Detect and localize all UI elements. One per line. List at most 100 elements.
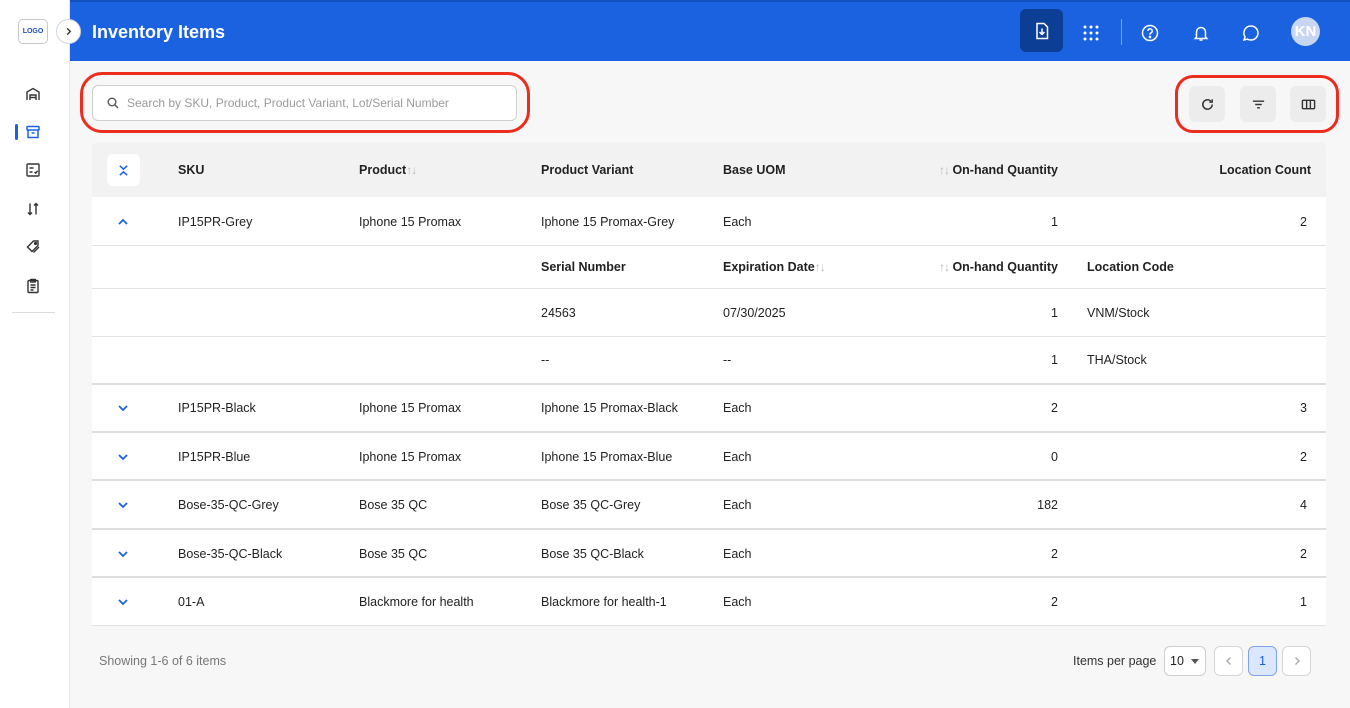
row-divider <box>92 245 1326 246</box>
qty-cell: 1 <box>1051 215 1058 229</box>
chevron-down-icon <box>118 502 128 509</box>
sku-cell: 01-A <box>178 595 205 609</box>
product-cell: Iphone 15 Promax <box>359 401 462 415</box>
col-sub-on-hand-label: On-hand Quantity <box>952 260 1058 274</box>
col-product-label: Product <box>359 163 407 177</box>
sub-qty-cell: 1 <box>1051 353 1058 367</box>
chevron-down-icon <box>118 405 128 412</box>
inventory-box-icon[interactable] <box>24 123 42 141</box>
sort-icon[interactable]: ↑↓ <box>939 260 950 274</box>
warehouse-icon[interactable] <box>24 85 42 103</box>
variant-cell: Blackmore for health-1 <box>541 595 667 609</box>
filter-icon <box>1252 100 1264 108</box>
col-product-variant[interactable]: Product Variant <box>541 163 633 177</box>
items-per-page-value: 10 <box>1170 654 1184 668</box>
sku-cell: IP15PR-Black <box>178 401 256 415</box>
col-expiration-label: Expiration Date <box>723 260 815 274</box>
col-location-code[interactable]: Location Code <box>1087 260 1174 274</box>
notifications-button[interactable] <box>1190 22 1212 44</box>
search-box[interactable] <box>92 85 517 121</box>
expand-row-button[interactable] <box>116 595 130 609</box>
col-on-hand-label: On-hand Quantity <box>952 163 1058 177</box>
location-count-cell: 2 <box>1300 215 1307 229</box>
expiration-cell: -- <box>723 353 732 367</box>
location-count-cell: 2 <box>1300 450 1307 464</box>
sort-icon[interactable]: ↑↓ <box>815 260 826 274</box>
expand-row-button[interactable] <box>116 547 130 561</box>
qty-cell: 0 <box>1051 450 1058 464</box>
refresh-icon <box>1201 98 1213 110</box>
showing-count: Showing 1-6 of 6 items <box>99 654 227 668</box>
download-button[interactable] <box>1020 9 1063 52</box>
col-product[interactable]: Product↑↓ <box>359 163 417 177</box>
chat-button[interactable] <box>1240 22 1262 44</box>
help-button[interactable] <box>1139 22 1161 44</box>
sort-icon[interactable]: ↑↓ <box>939 163 950 177</box>
caret-down-icon <box>1191 659 1199 664</box>
col-on-hand-quantity[interactable]: ↑↓ On-hand Quantity <box>939 163 1058 177</box>
sku-cell: IP15PR-Grey <box>178 215 253 229</box>
next-page-button[interactable] <box>1282 646 1311 676</box>
uom-cell: Each <box>723 401 752 415</box>
sort-icon[interactable]: ↑↓ <box>406 163 417 177</box>
location-code-cell: VNM/Stock <box>1087 306 1150 320</box>
uom-cell: Each <box>723 595 752 609</box>
clipboard-icon[interactable] <box>24 277 42 295</box>
active-indicator <box>15 124 18 140</box>
location-count-cell: 2 <box>1300 547 1307 561</box>
sort-arrows-icon[interactable] <box>24 200 42 218</box>
qty-cell: 2 <box>1051 595 1058 609</box>
row-divider <box>92 625 1326 626</box>
page-button-current[interactable]: 1 <box>1248 646 1277 676</box>
product-cell: Blackmore for health <box>359 595 474 609</box>
collapse-row-button[interactable] <box>116 215 130 229</box>
col-sku[interactable]: SKU <box>178 163 204 177</box>
uom-cell: Each <box>723 215 752 229</box>
expand-row-button[interactable] <box>116 401 130 415</box>
filter-button[interactable] <box>1240 86 1276 122</box>
items-per-page-label: Items per page <box>1073 654 1157 668</box>
tags-icon[interactable] <box>24 238 42 256</box>
refresh-button[interactable] <box>1189 86 1225 122</box>
chevron-down-icon <box>118 599 128 606</box>
columns-icon <box>1301 99 1315 109</box>
expand-row-button[interactable] <box>116 450 130 464</box>
sku-cell: IP15PR-Blue <box>178 450 251 464</box>
row-divider <box>92 288 1326 289</box>
col-base-uom[interactable]: Base UOM <box>723 163 786 177</box>
location-count-cell: 3 <box>1300 401 1307 415</box>
row-divider <box>92 431 1326 433</box>
items-per-page-select[interactable]: 10 <box>1164 646 1206 676</box>
row-divider <box>92 576 1326 578</box>
sidebar: LOGO <box>0 0 70 708</box>
help-icon <box>1141 24 1159 42</box>
sub-qty-cell: 1 <box>1051 306 1058 320</box>
row-divider <box>92 479 1326 481</box>
download-file-icon <box>1035 22 1048 39</box>
product-cell: Iphone 15 Promax <box>359 215 462 229</box>
header-divider <box>1121 19 1122 45</box>
checklist-icon[interactable] <box>24 161 42 179</box>
variant-cell: Iphone 15 Promax-Grey <box>541 215 675 229</box>
product-cell: Iphone 15 Promax <box>359 450 462 464</box>
expand-row-button[interactable] <box>116 498 130 512</box>
search-input[interactable] <box>127 96 487 110</box>
apps-grid-button[interactable] <box>1080 22 1102 44</box>
col-location-count[interactable]: Location Count <box>1219 163 1311 177</box>
col-expiration-date[interactable]: Expiration Date↑↓ <box>723 260 826 274</box>
location-code-cell: THA/Stock <box>1087 353 1147 367</box>
user-avatar[interactable]: KN <box>1291 17 1320 46</box>
col-sub-on-hand-quantity[interactable]: ↑↓ On-hand Quantity <box>939 260 1058 274</box>
columns-button[interactable] <box>1290 86 1326 122</box>
chevron-right-icon <box>66 27 72 36</box>
uom-cell: Each <box>723 450 752 464</box>
expand-sidebar-button[interactable] <box>56 19 81 44</box>
chat-icon <box>1242 25 1259 42</box>
chevron-down-icon <box>118 551 128 558</box>
sidebar-divider <box>12 312 55 313</box>
prev-page-button[interactable] <box>1214 646 1243 676</box>
collapse-all-button[interactable] <box>107 154 140 186</box>
col-serial-number[interactable]: Serial Number <box>541 260 626 274</box>
chevron-right-icon <box>1294 657 1300 665</box>
logo: LOGO <box>18 19 48 44</box>
